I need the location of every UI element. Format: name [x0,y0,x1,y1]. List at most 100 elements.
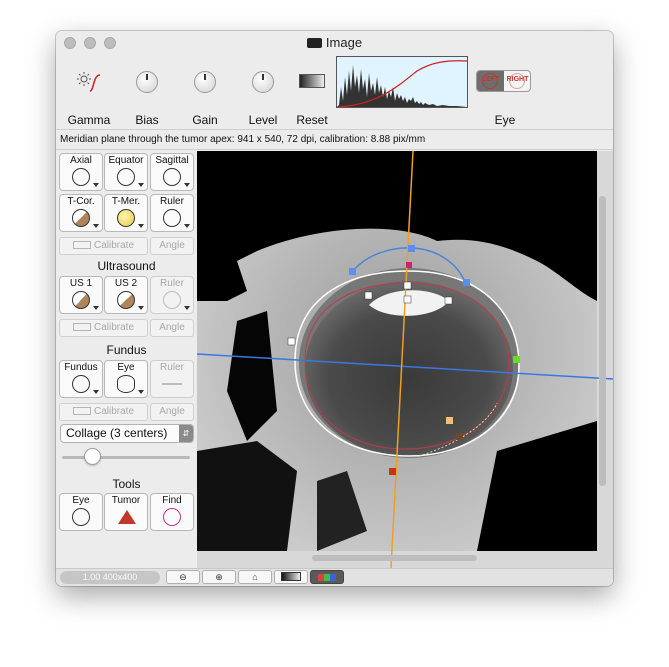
find-tool-icon [163,508,181,526]
ruler-icon [72,407,91,416]
slider-track[interactable] [62,456,190,459]
window-title: Image [325,35,363,50]
calibrate-label-1: Calibrate [93,240,135,251]
fundus-menu-arrow-icon [93,390,99,394]
color-mode-button[interactable] [310,570,344,584]
select-chevron-icon: ⇵ [179,425,193,442]
calibrate-button-3[interactable]: Calibrate [59,403,148,421]
us-ruler-button[interactable]: Ruler [150,276,194,314]
t-mer-label: T-Mer. [111,196,141,207]
eye-tool-label: Eye [72,495,90,506]
us-ruler-label: Ruler [160,278,184,289]
grayscale-button[interactable] [274,570,308,584]
bias-label: Bias [135,113,159,127]
ruler-icon [72,241,91,250]
eye-side-selector[interactable]: LEFT RIGHT [476,70,531,92]
home-icon: ⌂ [252,572,258,582]
angle-button-1[interactable]: Angle [150,237,194,255]
collage-select[interactable]: Collage (3 centers) ⇵ [60,424,194,443]
angle-button-3[interactable]: Angle [150,403,194,421]
t-cor-view-button[interactable]: T-Cor. [59,194,103,232]
calibrate-button-1[interactable]: Calibrate [59,237,148,255]
fundus-ruler-icon [162,383,182,385]
us1-eye-icon [72,291,90,309]
title-bar: Image [56,31,613,53]
calibrate-label-3: Calibrate [93,406,135,417]
us1-button[interactable]: US 1 [59,276,103,314]
gain-label: Gain [192,113,218,127]
slider-thumb[interactable] [84,448,101,465]
fundus-ruler-label: Ruler [160,362,184,373]
fundus-button[interactable]: Fundus [59,360,103,398]
fundus-eye-icon [72,375,90,393]
equator-eye-icon [117,168,135,186]
window-title-area: Image [56,35,613,50]
angle-button-2[interactable]: Angle [150,319,194,337]
fundus-eye-label: Eye [117,362,135,373]
axial-label: Axial [70,155,92,166]
zoom-out-button[interactable]: ⊖ [166,570,200,584]
gamma-icon[interactable] [76,71,102,93]
axial-view-button[interactable]: Axial [59,153,103,191]
equator-menu-arrow-icon [138,183,144,187]
us1-label: US 1 [69,278,93,289]
us2-label: US 2 [114,278,138,289]
collage-select-value: Collage (3 centers) [66,426,168,440]
us-ruler-menu-arrow-icon [184,306,190,310]
tumor-tool-button[interactable]: Tumor [104,493,148,531]
t-mer-view-button[interactable]: T-Mer. [104,194,148,232]
axial-eye-icon [72,168,90,186]
ruler-view-button[interactable]: Ruler [150,194,194,232]
t-mer-menu-arrow-icon [138,224,144,228]
eye-label: Eye [494,113,516,127]
zoom-out-icon: ⊖ [179,572,187,582]
status-bar: 1.00 400x400 ⊖ ⊕ ⌂ [56,568,613,586]
ultrasound-heading: Ultrasound [97,259,156,273]
color-channels-icon [318,574,336,581]
zoom-in-icon: ⊕ [215,572,223,582]
vertical-scrollbar[interactable] [599,196,606,486]
reset-button[interactable] [299,74,325,88]
right-eye-segment[interactable]: RIGHT [504,71,530,91]
equator-view-button[interactable]: Equator [104,153,148,191]
horizontal-scrollbar[interactable] [312,555,477,561]
right-eye-label: RIGHT [506,76,529,83]
fundus-ruler-button[interactable]: Ruler [150,360,194,398]
tools-heading: Tools [112,477,141,491]
us2-button[interactable]: US 2 [104,276,148,314]
histogram[interactable] [336,56,468,108]
eye-icon [117,375,135,393]
gamma-label: Gamma [67,113,111,127]
us1-menu-arrow-icon [93,306,99,310]
sagittal-view-button[interactable]: Sagittal [150,153,194,191]
home-button[interactable]: ⌂ [238,570,272,584]
eye-tool-button[interactable]: Eye [59,493,103,531]
ruler-icon [72,323,91,332]
tumor-tool-label: Tumor [111,495,141,506]
find-tool-button[interactable]: Find [150,493,194,531]
grayscale-icon [281,572,301,581]
zoom-in-button[interactable]: ⊕ [202,570,236,584]
fundus-heading: Fundus [106,343,147,357]
left-eye-label: LEFT [481,76,500,83]
gain-knob[interactable] [194,71,216,93]
ultrasound-image[interactable] [197,151,613,568]
bias-knob[interactable] [136,71,158,93]
ruler-label: Ruler [160,196,184,207]
us2-eye-icon [117,291,135,309]
fundus-eye-button[interactable]: Eye [104,360,148,398]
t-cor-menu-arrow-icon [93,224,99,228]
sagittal-label: Sagittal [155,155,189,166]
reset-label: Reset [296,113,328,127]
axial-menu-arrow-icon [93,183,99,187]
sagittal-eye-icon [163,168,181,186]
level-knob[interactable] [252,71,274,93]
t-cor-eye-icon [72,209,90,227]
toolbar: Gamma Bias Gain Level Reset LEFT RIGHT E… [56,53,613,130]
t-mer-eye-icon [117,209,135,227]
left-eye-segment[interactable]: LEFT [477,71,504,91]
image-viewer[interactable] [197,151,613,568]
calibrate-button-2[interactable]: Calibrate [59,319,148,337]
image-window: Image Gamma Bias Gain Level Reset LEFT R… [56,31,613,586]
zoom-readout: 1.00 400x400 [60,571,160,584]
